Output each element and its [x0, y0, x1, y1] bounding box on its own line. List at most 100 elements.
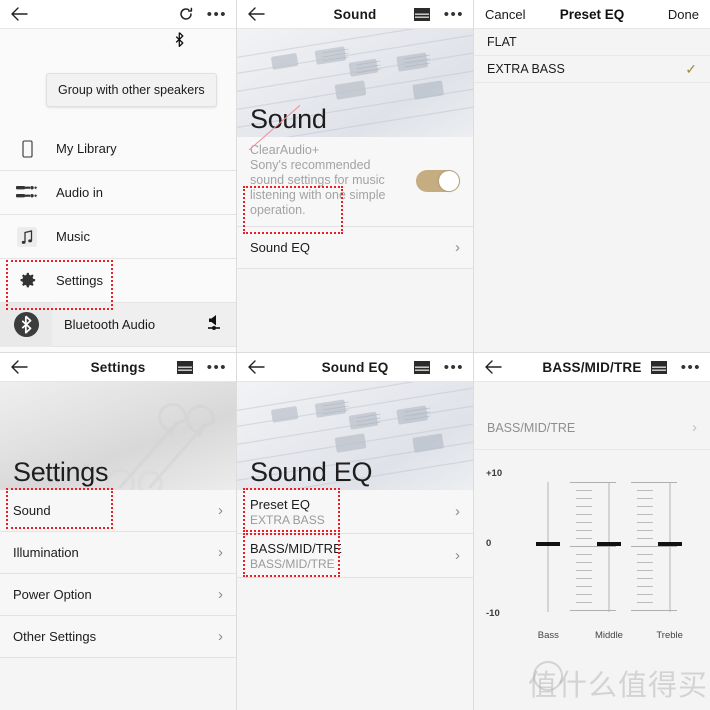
- arrow-left-icon: [247, 360, 265, 374]
- row-label: Other Settings: [13, 629, 97, 644]
- preset-option-flat[interactable]: FLAT: [474, 29, 710, 56]
- speaker-device-icon[interactable]: [413, 7, 430, 21]
- row-bass-mid-tre-selector[interactable]: BASS/MID/TRE ›: [474, 406, 710, 450]
- sidebar-item-label: Audio in: [56, 185, 103, 200]
- done-button[interactable]: Done: [668, 7, 699, 22]
- clearaudio-toggle[interactable]: [416, 169, 460, 192]
- toggle-knob: [439, 170, 459, 191]
- axis-tick-zero: 0: [486, 538, 492, 549]
- sound-hero-image: Sound: [237, 29, 473, 137]
- bluetooth-glyph-icon: [175, 32, 184, 48]
- arrow-left-icon: [247, 7, 265, 21]
- slider-label: Middle: [594, 630, 623, 641]
- more-options-icon[interactable]: •••: [207, 360, 227, 375]
- back-button[interactable]: [246, 357, 266, 377]
- sidebar-item-label: Music: [56, 229, 90, 244]
- back-button[interactable]: [9, 4, 29, 24]
- slider-track: [669, 482, 671, 612]
- slider-label: Treble: [656, 630, 683, 641]
- music-note-icon: [12, 226, 42, 248]
- arrow-left-icon: [484, 360, 502, 374]
- more-options-icon[interactable]: •••: [681, 360, 701, 375]
- equalizer-chart: +10 0 -10 Bass Middle Treble: [474, 468, 710, 641]
- sound-eq-header: Sound EQ •••: [237, 353, 473, 382]
- group-with-other-speakers-tooltip[interactable]: Group with other speakers: [46, 73, 217, 107]
- speaker-device-icon[interactable]: [176, 360, 193, 374]
- sound-eq-hero-image: Sound EQ: [237, 382, 473, 490]
- slider-track: [608, 482, 610, 612]
- row-illumination[interactable]: Illumination ›: [0, 532, 236, 574]
- hero-title: Settings: [13, 457, 109, 487]
- slider-thumb[interactable]: [596, 542, 621, 546]
- axis-tick-plus10: +10: [486, 468, 503, 479]
- chevron-right-icon: ›: [455, 503, 460, 520]
- row-label: Sound EQ: [250, 240, 310, 255]
- panel-settings: Settings ••• Settings Sound › Illuminati…: [0, 352, 237, 710]
- slider-track: [547, 482, 549, 612]
- more-options-icon[interactable]: •••: [444, 360, 464, 375]
- slider-middle[interactable]: Middle: [581, 472, 677, 641]
- preset-option-extra-bass[interactable]: EXTRA BASS ✓: [474, 56, 710, 83]
- sidebar-item-label: Bluetooth Audio: [64, 317, 156, 332]
- more-options-icon[interactable]: •••: [207, 7, 227, 22]
- panel-sound: Sound ••• Sound ClearAudio+ Sony's recom…: [237, 0, 474, 352]
- sound-header: Sound •••: [237, 0, 473, 29]
- speaker-device-icon[interactable]: [650, 360, 667, 374]
- chevron-right-icon: ›: [692, 419, 697, 436]
- back-button[interactable]: [246, 4, 266, 24]
- chevron-right-icon: ›: [455, 239, 460, 256]
- clearaudio-title: ClearAudio+: [250, 143, 320, 157]
- panel-bass-mid-tre: BASS/MID/TRE ••• BASS/MID/TRE › +10 0 -1…: [474, 352, 710, 710]
- option-label: EXTRA BASS: [487, 62, 565, 76]
- speaker-header: •••: [0, 0, 236, 29]
- arrow-left-icon: [10, 360, 28, 374]
- annotation-box-sound-row: [6, 488, 113, 529]
- cancel-button[interactable]: Cancel: [485, 7, 525, 22]
- check-icon: ✓: [685, 60, 697, 77]
- row-other-settings[interactable]: Other Settings ›: [0, 616, 236, 658]
- sidebar-item-audio-in[interactable]: Audio in: [0, 171, 236, 215]
- volume-icon[interactable]: [206, 313, 222, 336]
- row-label: Power Option: [13, 587, 92, 602]
- watermark-badge-circle: [533, 661, 563, 691]
- hero-title: Sound: [250, 104, 327, 134]
- arrow-left-icon: [10, 7, 28, 21]
- speaker-device-icon[interactable]: [413, 360, 430, 374]
- option-label: FLAT: [487, 35, 517, 49]
- slider-treble[interactable]: Treble: [642, 472, 698, 641]
- more-options-icon[interactable]: •••: [444, 7, 464, 22]
- panel-preset-eq: Cancel Preset EQ Done FLAT EXTRA BASS ✓: [474, 0, 710, 352]
- phone-icon: [12, 139, 42, 158]
- chevron-right-icon: ›: [218, 628, 223, 645]
- bass-mid-tre-header: BASS/MID/TRE •••: [474, 353, 710, 382]
- refresh-icon[interactable]: [179, 7, 193, 21]
- chevron-right-icon: ›: [218, 502, 223, 519]
- equalizer-area: BASS/MID/TRE › +10 0 -10 Bass Middle Tre…: [474, 406, 710, 710]
- slider-label: Bass: [537, 630, 559, 641]
- slider-bass[interactable]: Bass: [520, 472, 617, 641]
- audio-in-icon: [12, 184, 42, 201]
- chevron-right-icon: ›: [218, 586, 223, 603]
- row-label: Illumination: [13, 545, 79, 560]
- slider-thumb[interactable]: [536, 542, 561, 546]
- annotation-box-settings: [6, 260, 113, 310]
- hero-title: Sound EQ: [250, 457, 373, 487]
- sidebar-item-music[interactable]: Music: [0, 215, 236, 259]
- sidebar-item-my-library[interactable]: My Library: [0, 127, 236, 171]
- sidebar-item-label: My Library: [56, 141, 117, 156]
- settings-header: Settings •••: [0, 353, 236, 382]
- back-button[interactable]: [483, 357, 503, 377]
- bluetooth-status-area: [0, 29, 236, 57]
- preset-eq-header: Cancel Preset EQ Done: [474, 0, 710, 29]
- slider-group: Bass Middle Treble: [518, 472, 700, 641]
- slider-thumb[interactable]: [657, 542, 682, 546]
- annotation-box-sound-eq: [243, 186, 343, 234]
- bluetooth-icon: [175, 32, 184, 51]
- annotation-box-bass-mid-tre: [243, 533, 340, 577]
- annotation-box-preset-eq: [243, 488, 340, 532]
- back-button[interactable]: [9, 357, 29, 377]
- tooltip-area: Group with other speakers: [0, 57, 236, 127]
- chevron-right-icon: ›: [455, 547, 460, 564]
- row-power-option[interactable]: Power Option ›: [0, 574, 236, 616]
- chevron-right-icon: ›: [218, 544, 223, 561]
